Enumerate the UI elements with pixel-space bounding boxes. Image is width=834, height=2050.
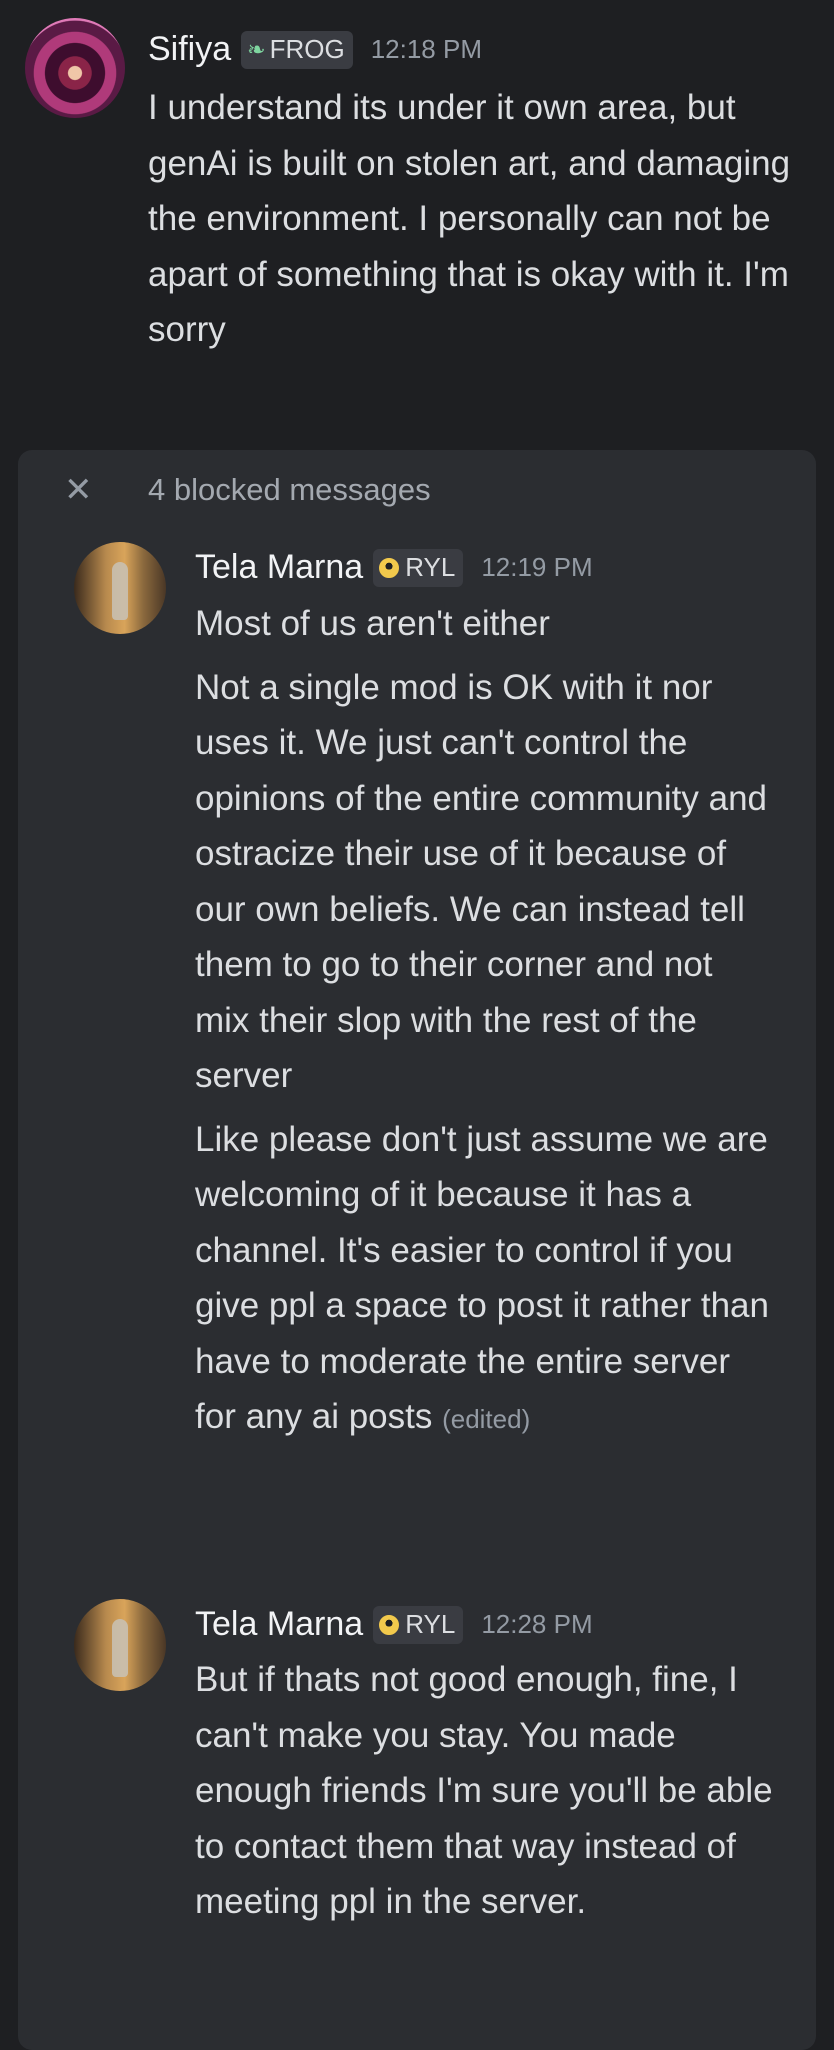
- edited-marker: (edited): [442, 1404, 531, 1434]
- timestamp: 12:19 PM: [481, 552, 593, 582]
- leaf-icon: ❧: [247, 36, 266, 62]
- username[interactable]: Sifiya: [148, 30, 231, 69]
- message-header: Tela Marna RYL 12:28 PM: [195, 1605, 593, 1644]
- username[interactable]: Tela Marna: [195, 1605, 363, 1644]
- timestamp: 12:28 PM: [481, 1609, 593, 1639]
- message-text: But if thats not good enough, fine, I ca…: [195, 1660, 773, 1921]
- avatar[interactable]: [74, 1599, 166, 1691]
- server-tag[interactable]: ❧ FROG: [241, 30, 353, 69]
- tag-label: FROG: [269, 34, 345, 64]
- message-header: Sifiya ❧ FROG 12:18 PM: [148, 30, 482, 69]
- message-text: Like please don't just assume we are wel…: [195, 1112, 775, 1448]
- close-icon[interactable]: ✕: [64, 472, 93, 508]
- message-body: Most of us aren't either Not a single mo…: [195, 596, 775, 1448]
- message-body: I understand its under it own area, but …: [148, 80, 818, 358]
- message-header: Tela Marna RYL 12:19 PM: [195, 548, 593, 587]
- ring-icon: [379, 1614, 400, 1635]
- timestamp: 12:18 PM: [370, 34, 482, 64]
- ring-icon: [379, 557, 400, 578]
- avatar[interactable]: [25, 18, 125, 118]
- tag-label: RYL: [405, 1609, 456, 1639]
- message-text: Not a single mod is OK with it nor uses …: [195, 667, 767, 1096]
- server-tag[interactable]: RYL: [373, 548, 464, 587]
- blocked-messages-label[interactable]: 4 blocked messages: [148, 472, 431, 508]
- tag-label: RYL: [405, 552, 456, 582]
- server-tag[interactable]: RYL: [373, 1605, 464, 1644]
- avatar[interactable]: [74, 542, 166, 634]
- message-body: But if thats not good enough, fine, I ca…: [195, 1652, 775, 1930]
- username[interactable]: Tela Marna: [195, 548, 363, 587]
- message-text: Most of us aren't either: [195, 604, 550, 643]
- message-text-content: Like please don't just assume we are wel…: [195, 1119, 769, 1437]
- message-text: I understand its under it own area, but …: [148, 88, 791, 349]
